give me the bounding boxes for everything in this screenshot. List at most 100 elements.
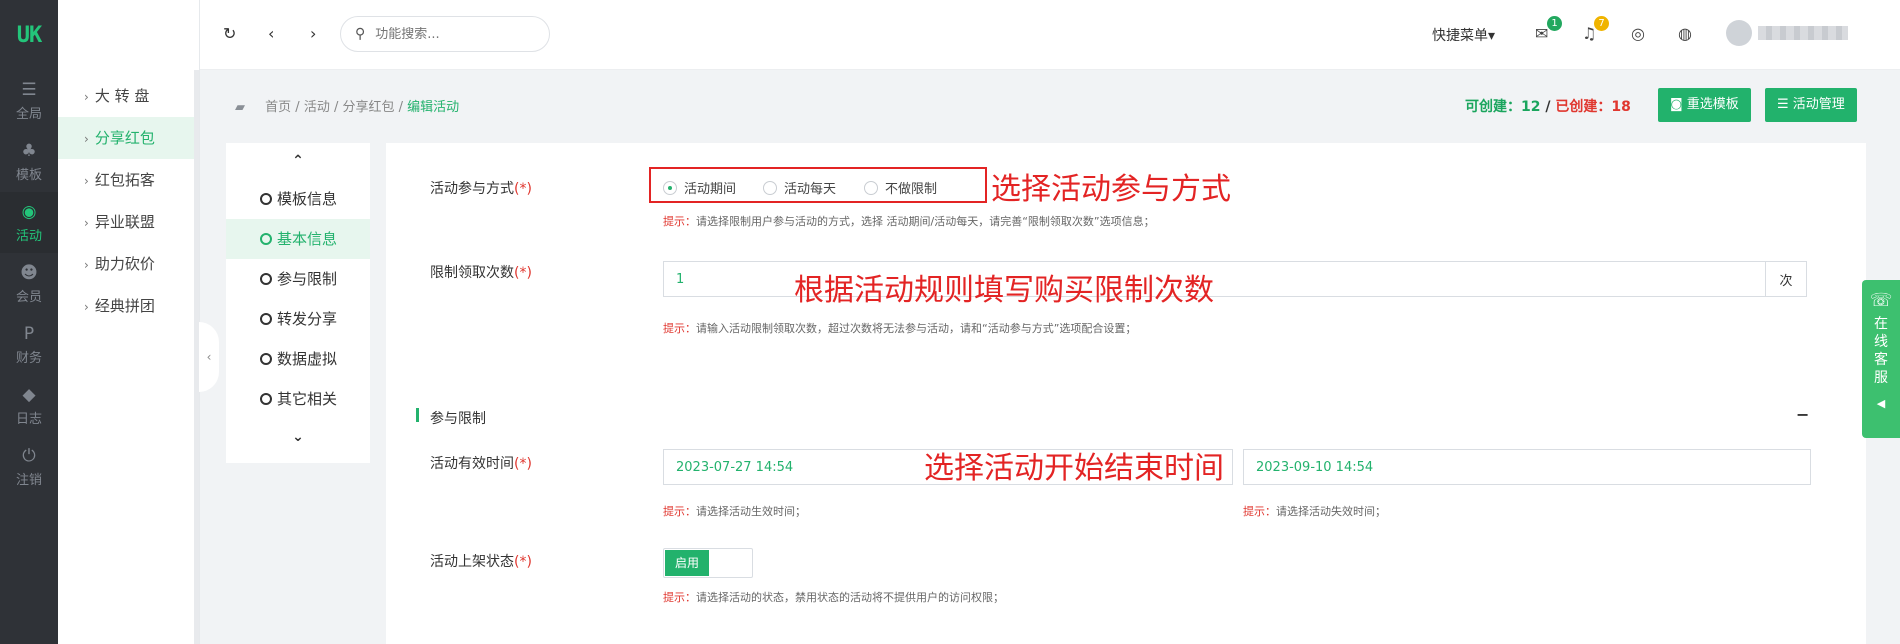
sitemap-icon: ♣ bbox=[21, 140, 37, 161]
service-label: 在线客服 bbox=[1874, 316, 1888, 386]
sub-menu: › 大 转 盘 › 分享红包 › 红包拓客 › 异业联盟 › 助力砍价 › 经典拼团 bbox=[58, 0, 200, 644]
circle-icon bbox=[260, 353, 272, 365]
paypal-icon: P bbox=[23, 323, 35, 344]
form-panel: 活动参与方式(*) 活动期间 活动每天 不做限制 选择活动参与方式 提示：请选择… bbox=[386, 143, 1866, 644]
submenu-item-bargain[interactable]: › 助力砍价 bbox=[58, 243, 199, 285]
mail-badge: 1 bbox=[1547, 16, 1562, 31]
caret-left-icon: ◀ bbox=[1876, 397, 1886, 410]
submenu-item-wheel[interactable]: › 大 转 盘 bbox=[58, 75, 199, 117]
chevron-up-icon[interactable]: ⌃ bbox=[226, 143, 370, 179]
radio-no-limit[interactable]: 不做限制 bbox=[864, 178, 937, 197]
circle-icon bbox=[260, 193, 272, 205]
chevron-right-icon: › bbox=[84, 216, 89, 230]
circle-icon bbox=[260, 273, 272, 285]
step-template-info[interactable]: 模板信息 bbox=[226, 179, 370, 219]
limit-hint: 提示：请输入活动限制领取次数，超过次数将无法参与活动，请和“活动参与方式”选项配… bbox=[663, 322, 1137, 335]
create-counts: 可创建：12 / 已创建：18 bbox=[1465, 99, 1631, 115]
search-input[interactable] bbox=[375, 26, 526, 42]
end-time-hint: 提示：请选择活动失效时间； bbox=[1243, 505, 1386, 518]
radio-dot bbox=[864, 180, 878, 195]
radio-dot bbox=[763, 180, 777, 195]
status-hint: 提示：请选择活动的状态，禁用状态的活动将不提供用户的访问权限； bbox=[663, 591, 1004, 604]
breadcrumb-share-redpacket[interactable]: 分享红包 bbox=[342, 100, 394, 115]
notify-badge: 7 bbox=[1594, 16, 1609, 31]
rail-label: 模板 bbox=[15, 167, 42, 183]
search-icon: ⚲ bbox=[355, 26, 366, 42]
radio-dot bbox=[663, 180, 677, 195]
circle-icon bbox=[260, 233, 272, 245]
annotation-time: 选择活动开始结束时间 bbox=[924, 451, 1224, 486]
end-time-input[interactable]: 2023-09-10 14:54 bbox=[1243, 449, 1811, 485]
rail-item-logout[interactable]: ⏻ 注销 bbox=[0, 436, 58, 497]
breadcrumb-current: 编辑活动 bbox=[407, 100, 460, 115]
step-virtual-data[interactable]: 数据虚拟 bbox=[226, 339, 370, 379]
section-title: 参与限制 bbox=[430, 411, 486, 427]
limit-label: 限制领取次数(*) bbox=[430, 265, 532, 281]
rail-item-activity[interactable]: ◉ 活动 bbox=[0, 192, 58, 253]
step-participation-limit[interactable]: 参与限制 bbox=[226, 259, 370, 299]
submenu-item-share-redpacket[interactable]: › 分享红包 bbox=[58, 117, 199, 159]
time-label: 活动有效时间(*) bbox=[430, 456, 532, 472]
status-label: 活动上架状态(*) bbox=[430, 554, 532, 570]
refresh-icon[interactable]: ↻ bbox=[223, 24, 236, 43]
breadcrumb-home[interactable]: 首页 bbox=[265, 100, 291, 115]
limit-unit: 次 bbox=[1765, 261, 1807, 297]
created-count: 18 bbox=[1611, 99, 1631, 115]
toggle-on-label: 启用 bbox=[665, 550, 709, 576]
users-icon: ☻ bbox=[20, 262, 38, 283]
rail-item-member[interactable]: ☻ 会员 bbox=[0, 253, 58, 314]
chevron-right-icon: › bbox=[84, 300, 89, 314]
rail-item-global[interactable]: ☰ 全局 bbox=[0, 70, 58, 131]
back-icon[interactable]: ‹ bbox=[268, 24, 274, 43]
rail-label: 日志 bbox=[15, 411, 42, 427]
circle-icon bbox=[260, 313, 272, 325]
rail-item-finance[interactable]: P 财务 bbox=[0, 314, 58, 375]
pocket-icon[interactable]: ◍ bbox=[1678, 24, 1692, 43]
rail-label: 财务 bbox=[15, 350, 42, 366]
sliders-icon: ☰ bbox=[21, 79, 37, 100]
left-rail: UK ☰ 全局 ♣ 模板 ◉ 活动 ☻ 会员 P 财务 ◆ 日志 ⏻ 注销 bbox=[0, 0, 58, 644]
breadcrumb: ▰ 首页 / 活动 / 分享红包 / 编辑活动 bbox=[235, 100, 460, 115]
rail-item-template[interactable]: ♣ 模板 bbox=[0, 131, 58, 192]
online-service-tab[interactable]: ☏ 在线客服 ◀ bbox=[1862, 280, 1900, 438]
step-basic-info[interactable]: 基本信息 bbox=[226, 219, 370, 259]
submenu-item-alliance[interactable]: › 异业联盟 bbox=[58, 201, 199, 243]
annotation-mode: 选择活动参与方式 bbox=[991, 172, 1231, 207]
user-circle-icon[interactable]: ◎ bbox=[1631, 24, 1645, 43]
rail-label: 会员 bbox=[15, 289, 42, 305]
reselect-template-button[interactable]: ◙ 重选模板 bbox=[1658, 88, 1751, 122]
section-collapse-icon[interactable]: − bbox=[1796, 405, 1809, 424]
user-name-blurred[interactable] bbox=[1758, 26, 1848, 40]
rail-label: 全局 bbox=[15, 106, 42, 122]
headset-icon: ☏ bbox=[1869, 290, 1893, 311]
search-box[interactable]: ⚲ bbox=[340, 16, 550, 52]
step-share[interactable]: 转发分享 bbox=[226, 299, 370, 339]
submenu-item-redpacket-guest[interactable]: › 红包拓客 bbox=[58, 159, 199, 201]
quick-menu-dropdown[interactable]: 快捷菜单▾ bbox=[1432, 25, 1495, 45]
collapse-sidebar-toggle[interactable]: ‹ bbox=[199, 322, 219, 392]
radio-activity-daily[interactable]: 活动每天 bbox=[763, 178, 836, 197]
activity-manage-button[interactable]: ☰ 活动管理 bbox=[1765, 88, 1857, 122]
breadcrumb-activity[interactable]: 活动 bbox=[304, 100, 330, 115]
start-time-hint: 提示：请选择活动生效时间； bbox=[663, 505, 806, 518]
status-toggle[interactable]: 启用 bbox=[663, 548, 753, 578]
logo[interactable]: UK bbox=[0, 0, 58, 70]
chevron-down-icon[interactable]: ⌄ bbox=[226, 419, 370, 455]
chevron-right-icon: › bbox=[84, 258, 89, 272]
mode-label: 活动参与方式(*) bbox=[430, 181, 532, 197]
camera-icon: ◙ bbox=[1670, 97, 1683, 112]
broadcast-icon: ◉ bbox=[21, 201, 37, 222]
power-icon: ⏻ bbox=[22, 445, 36, 466]
avatar[interactable] bbox=[1726, 20, 1752, 46]
step-nav: ⌃ 模板信息 基本信息 参与限制 转发分享 数据虚拟 其它相关 ⌄ bbox=[226, 143, 370, 463]
rail-label: 注销 bbox=[15, 472, 42, 488]
radio-activity-period[interactable]: 活动期间 bbox=[663, 178, 736, 197]
chevron-right-icon: › bbox=[84, 132, 89, 146]
folder-icon: ▰ bbox=[235, 100, 245, 115]
rail-item-log[interactable]: ◆ 日志 bbox=[0, 375, 58, 436]
submenu-item-group-buy[interactable]: › 经典拼团 bbox=[58, 285, 199, 327]
mail-icon[interactable]: ✉ bbox=[1535, 24, 1548, 43]
section-accent-bar bbox=[416, 408, 419, 422]
forward-icon[interactable]: › bbox=[310, 24, 316, 43]
step-other[interactable]: 其它相关 bbox=[226, 379, 370, 419]
